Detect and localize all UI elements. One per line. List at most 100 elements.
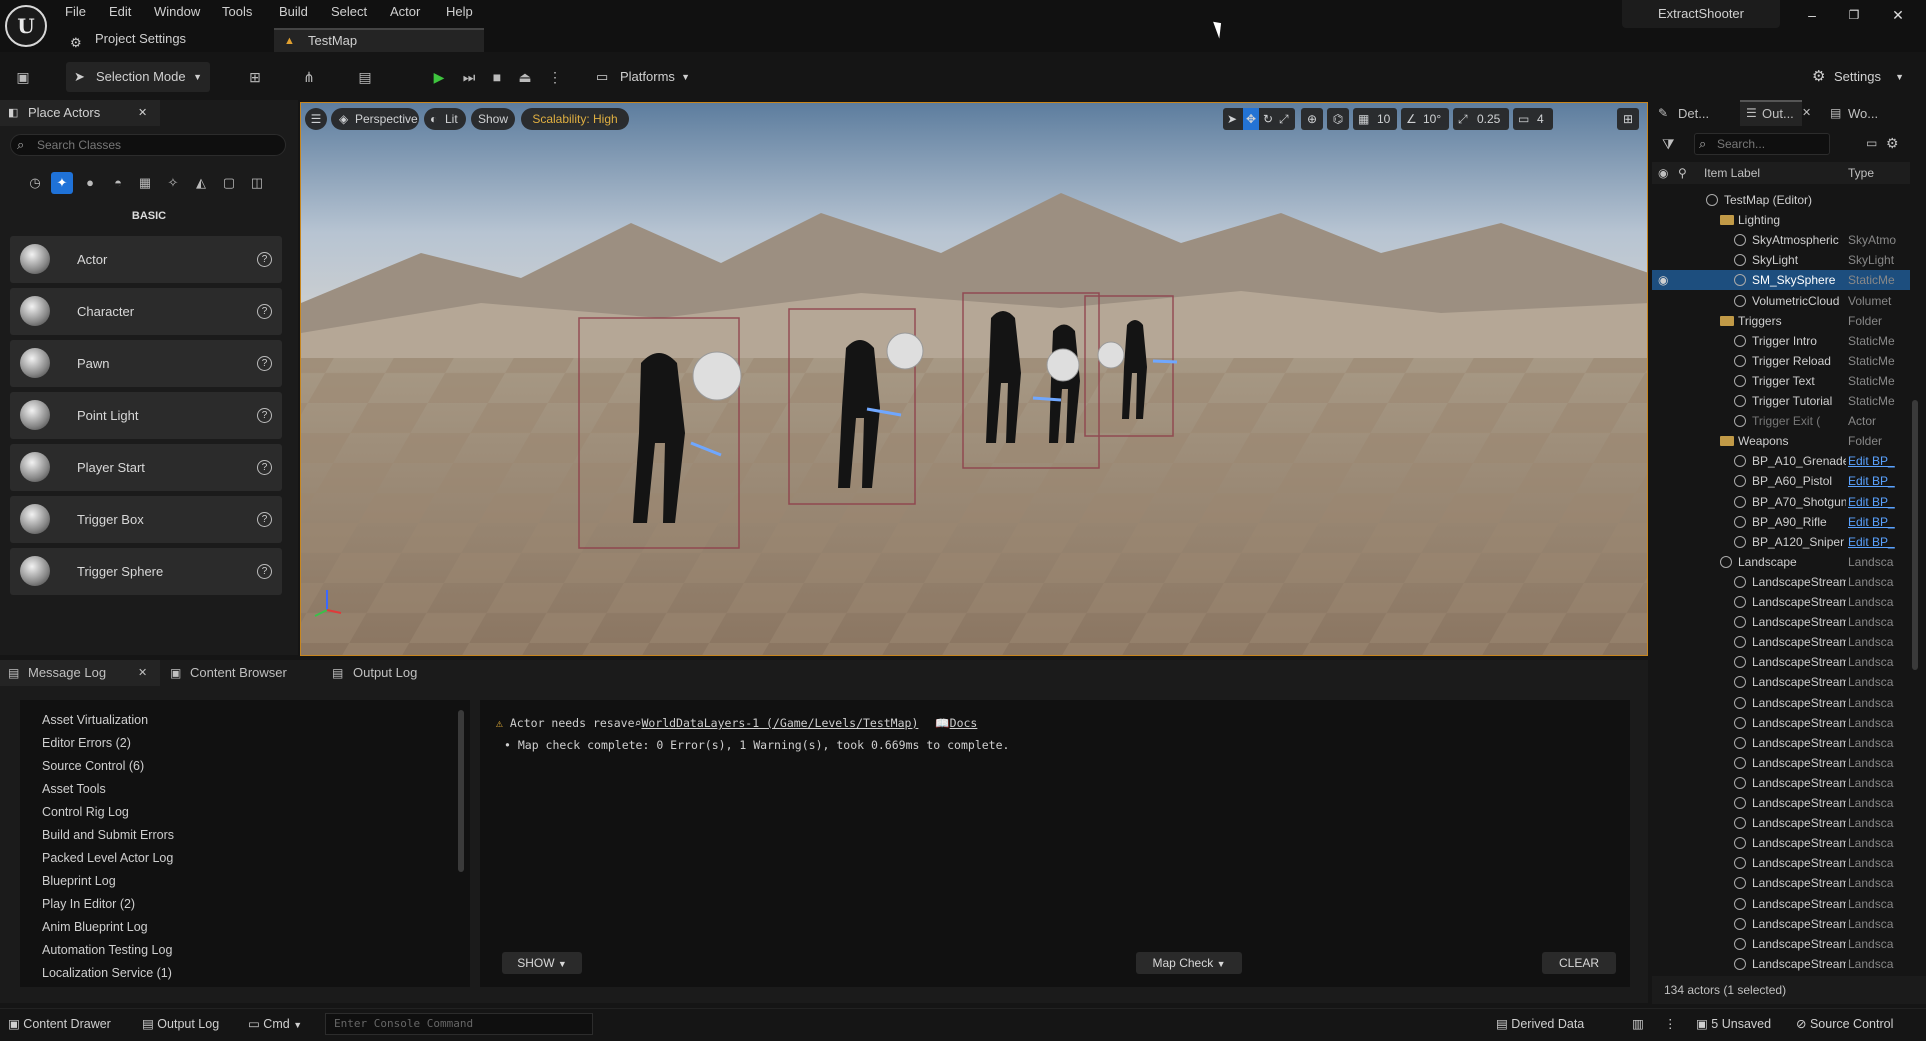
outliner-item-type[interactable]: Edit BP_ — [1848, 471, 1908, 491]
source-control-button[interactable]: ⊘ Source Control — [1796, 1009, 1893, 1040]
help-icon[interactable]: ? — [257, 460, 272, 475]
world-data-layers-link[interactable]: WorldDataLayers-1 (/Game/Levels/TestMap) — [641, 716, 918, 730]
outliner-item-type[interactable]: Edit BP_ — [1848, 512, 1908, 532]
outliner-item-type[interactable]: Edit BP_ — [1848, 532, 1908, 552]
outliner-row[interactable]: LandscapeStreamingProxyLandsca — [1652, 713, 1910, 733]
help-icon[interactable]: ? — [257, 356, 272, 371]
grid-snap-button[interactable]: ▦ 10 — [1353, 108, 1397, 130]
menu-window[interactable]: Window — [154, 3, 200, 21]
outliner-row[interactable]: LandscapeStreamingProxyLandsca — [1652, 733, 1910, 753]
basic-category-icon[interactable]: ✦ — [51, 172, 73, 194]
perspective-button[interactable]: ◈ Perspective — [331, 108, 419, 130]
unsaved-button[interactable]: ▣ 5 Unsaved — [1696, 1009, 1771, 1040]
lit-button[interactable]: ◐ Lit — [424, 108, 466, 130]
log-category-item[interactable]: Editor Errors (2) — [42, 733, 131, 753]
place-actors-tab[interactable]: ◧ Place Actors ✕ — [0, 100, 160, 126]
outliner-scrollbar[interactable] — [1912, 400, 1918, 670]
outliner-row[interactable]: BP_A90_Rifle Edit BP_ — [1652, 512, 1910, 532]
log-list-scrollbar[interactable] — [458, 710, 464, 872]
tab-world-settings[interactable]: Wo... — [1848, 106, 1878, 121]
outliner-row[interactable]: LandscapeStreamingProxyLandsca — [1652, 693, 1910, 713]
menu-build[interactable]: Build — [279, 3, 308, 21]
outliner-row[interactable]: Trigger Exit (Actor — [1652, 411, 1910, 431]
selection-mode-dropdown[interactable]: ➤ Selection Mode ▼ — [66, 62, 210, 92]
log-category-item[interactable]: Play In Editor (2) — [42, 894, 135, 914]
log-category-item[interactable]: Build and Submit Errors — [42, 825, 174, 845]
outliner-row[interactable]: Trigger Tutorial StaticMe — [1652, 391, 1910, 411]
gear-icon[interactable]: ⚙ — [1886, 135, 1899, 152]
filter-icon[interactable]: ⧩ — [1662, 136, 1675, 153]
stop-icon[interactable]: ■ — [486, 65, 508, 89]
help-icon[interactable]: ? — [257, 408, 272, 423]
scalability-button[interactable]: Scalability: High — [521, 108, 629, 130]
outliner-row[interactable]: LandscapeStreamingProxyLandsca — [1652, 572, 1910, 592]
viewport-menu-icon[interactable]: ☰ — [305, 108, 327, 130]
save-icon[interactable]: ▣ — [12, 65, 34, 89]
outliner-row[interactable]: LandscapeStreamingProxyLandsca — [1652, 914, 1910, 934]
close-icon[interactable]: ✕ — [1884, 4, 1912, 26]
viewport-scene[interactable] — [301, 103, 1648, 656]
scale-snap-button[interactable]: ⤢ 0.25 — [1453, 108, 1509, 130]
move-tool-icon[interactable]: ✥ — [1243, 108, 1260, 130]
menu-help[interactable]: Help — [446, 3, 473, 21]
outliner-row[interactable]: LandscapeStreamingProxyLandsca — [1652, 672, 1910, 692]
lights-icon[interactable]: ● — [79, 172, 101, 194]
tab-output-log[interactable]: ▤ Output Log — [330, 660, 440, 686]
tab-details[interactable]: Det... — [1678, 106, 1709, 121]
outliner-row[interactable]: LandscapeStreamingProxyLandsca — [1652, 873, 1910, 893]
add-folder-icon[interactable]: ▭ — [1866, 136, 1877, 150]
log-category-item[interactable]: Packed Level Actor Log — [42, 848, 173, 868]
actor-item-actor[interactable]: Actor? — [10, 236, 282, 283]
help-icon[interactable]: ? — [257, 252, 272, 267]
outliner-row[interactable]: Trigger Intro StaticMe — [1652, 331, 1910, 351]
restore-icon[interactable]: ❐ — [1840, 4, 1868, 26]
statistics-icon[interactable]: ▥ — [1632, 1009, 1644, 1040]
close-tab-icon[interactable]: ✕ — [138, 660, 147, 686]
actor-item-pawn[interactable]: Pawn? — [10, 340, 282, 387]
close-tab-icon[interactable]: ✕ — [1802, 106, 1811, 119]
outliner-row[interactable]: BP_A70_Shotgun Edit BP_ — [1652, 492, 1910, 512]
help-icon[interactable]: ? — [257, 512, 272, 527]
menu-tools[interactable]: Tools — [222, 3, 252, 21]
tab-project-settings[interactable]: ⚙ Project Settings — [68, 28, 268, 52]
tab-message-log[interactable]: ▤ Message Log ✕ — [0, 660, 160, 686]
outliner-row[interactable]: BP_A10_Grenade Edit BP_ — [1652, 451, 1910, 471]
outliner-row[interactable]: SkyLight SkyLight — [1652, 250, 1910, 270]
outliner-row[interactable]: LandscapeStreamingProxyLandsca — [1652, 793, 1910, 813]
actor-item-player-start[interactable]: Player Start? — [10, 444, 282, 491]
search-classes-input[interactable]: ⌕ Search Classes — [10, 134, 286, 156]
level-viewport[interactable]: ☰ ◈ Perspective ◐ Lit Show Scalability: … — [300, 102, 1648, 656]
help-icon[interactable]: ? — [257, 304, 272, 319]
outliner-row[interactable]: LandscapeStreamingProxyLandsca — [1652, 773, 1910, 793]
select-tool-icon[interactable]: ➤ — [1227, 108, 1237, 130]
world-space-icon[interactable]: ⊕ — [1301, 108, 1323, 130]
cinematic-icon[interactable]: ▦ — [134, 172, 156, 194]
outliner-row[interactable]: Landscape Landsca — [1652, 552, 1910, 572]
show-dropdown[interactable]: SHOW ▼ — [502, 952, 582, 974]
log-category-item[interactable]: Asset Tools — [42, 779, 106, 799]
outliner-row[interactable]: LandscapeStreamingProxyLandsca — [1652, 833, 1910, 853]
minimize-icon[interactable]: – — [1798, 4, 1826, 26]
more-options-icon[interactable]: ⋮ — [1664, 1009, 1677, 1040]
outliner-row[interactable]: BP_A120_Sniper Edit BP_ — [1652, 532, 1910, 552]
docs-link[interactable]: Docs — [950, 716, 978, 730]
outliner-row[interactable]: Trigger Text StaticMe — [1652, 371, 1910, 391]
all-classes-icon[interactable]: ◫ — [246, 172, 268, 194]
camera-speed-button[interactable]: ▭ 4 — [1513, 108, 1553, 130]
menu-edit[interactable]: Edit — [109, 3, 131, 21]
tab-content-browser[interactable]: ▣ Content Browser — [166, 660, 296, 686]
outliner-item-type[interactable]: Edit BP_ — [1848, 451, 1908, 471]
log-category-item[interactable]: Control Rig Log — [42, 802, 129, 822]
outliner-row[interactable]: LandscapeStreamingProxyLandsca — [1652, 753, 1910, 773]
output-log-button[interactable]: ▤ Output Log — [142, 1009, 219, 1040]
visual-effects-icon[interactable]: ✧ — [162, 172, 184, 194]
console-command-input[interactable]: Enter Console Command — [325, 1013, 593, 1035]
viewport-layout-icon[interactable]: ⊞ — [1617, 108, 1639, 130]
log-category-item[interactable]: Asset Virtualization — [42, 710, 148, 730]
outliner-row[interactable]: LandscapeStreamingProxyLandsca — [1652, 632, 1910, 652]
scale-tool-icon[interactable]: ⤢ — [1279, 108, 1289, 130]
outliner-row[interactable]: SkyAtmospheric SkyAtmo — [1652, 230, 1910, 250]
outliner-row[interactable]: Weapons Folder — [1652, 431, 1910, 451]
settings-dropdown[interactable]: ⚙ Settings ▼ — [1808, 62, 1904, 92]
menu-file[interactable]: File — [65, 3, 86, 21]
